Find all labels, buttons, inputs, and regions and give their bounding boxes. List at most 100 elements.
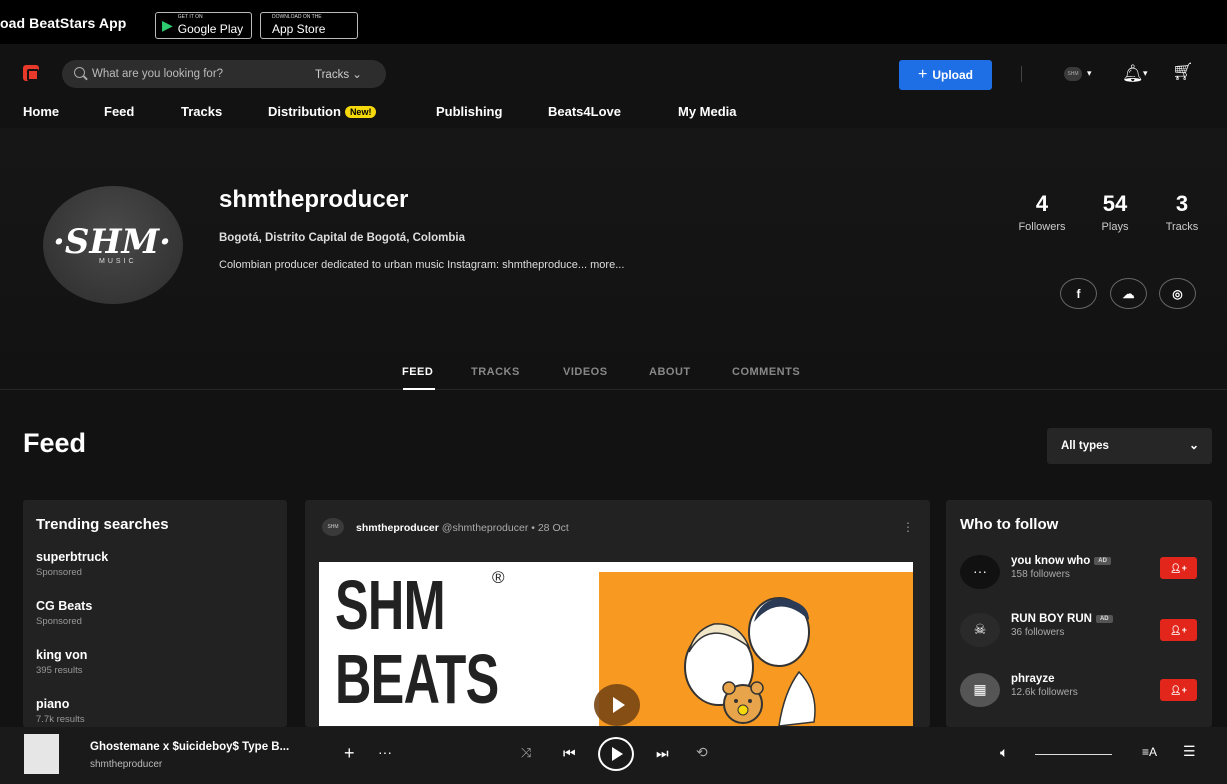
trend-meta: Sponsored [36, 616, 82, 627]
cart-icon[interactable]: 🛒︎ [1172, 62, 1194, 82]
more-options-icon[interactable]: ··· [378, 744, 392, 760]
google-play-icon: ▶ [162, 17, 173, 33]
nav-home[interactable]: Home [23, 104, 59, 119]
volume-slider[interactable] [1035, 754, 1112, 755]
facebook-icon[interactable]: f [1060, 278, 1097, 309]
track-thumbnail[interactable] [24, 734, 59, 774]
tracks-count: 3 [1175, 191, 1189, 216]
search-scope-dropdown[interactable]: Tracks ⌄ [315, 67, 362, 81]
upload-button[interactable]: + Upload [899, 60, 992, 90]
trend-meta: 395 results [36, 665, 83, 676]
nav-feed[interactable]: Feed [104, 104, 134, 119]
follow-name-text: you know who [1011, 555, 1091, 567]
repeat-icon[interactable]: ⟲ [696, 744, 708, 761]
follow-button[interactable]: 👤︎+ [1160, 557, 1197, 579]
follow-name[interactable]: you know who AD [1011, 555, 1111, 567]
follow-button[interactable]: 👤︎+ [1160, 679, 1197, 701]
google-play-label: Google Play [177, 21, 244, 36]
profile-username: shmtheproducer [219, 186, 409, 213]
list-item[interactable]: king von 395 results [36, 648, 87, 676]
nav-distribution[interactable]: Distribution New! [268, 104, 377, 119]
feed-type-select[interactable]: All types ⌄ [1047, 428, 1212, 464]
nav-distribution-label: Distribution [268, 104, 341, 119]
add-user-icon: 👤︎+ [1170, 562, 1187, 573]
add-user-icon: 👤︎+ [1170, 684, 1187, 695]
follow-name[interactable]: phrayze [1011, 673, 1054, 685]
page-title: Feed [23, 428, 87, 458]
tab-about[interactable]: ABOUT [649, 366, 691, 378]
more-options-icon[interactable]: ⋮ [902, 520, 914, 534]
plus-icon: + [917, 66, 928, 83]
profile-bio[interactable]: Colombian producer dedicated to urban mu… [219, 259, 624, 271]
avatar[interactable]: ··· [960, 555, 1000, 589]
add-user-icon: 👤︎+ [1170, 624, 1187, 635]
nav-tracks[interactable]: Tracks [181, 104, 222, 119]
avatar[interactable]: ▦ [960, 673, 1000, 707]
profile-avatar: ·SHM· MUSIC [43, 186, 183, 304]
follow-name[interactable]: RUN BOY RUN AD [1011, 613, 1113, 625]
tab-videos[interactable]: VIDEOS [563, 366, 608, 378]
previous-icon[interactable]: ⏮︎ [563, 745, 576, 762]
feed-type-value: All types [1061, 440, 1109, 452]
queue-icon[interactable]: ☰ [1183, 743, 1196, 760]
list-item[interactable]: piano 7.7k results [36, 697, 85, 725]
player-track-title[interactable]: Ghostemane x $uicideboy$ Type B... [90, 741, 289, 753]
artwork-illustration [684, 597, 816, 726]
trending-title: Trending searches [36, 516, 169, 533]
upload-label: Upload [932, 68, 973, 82]
avatar[interactable]: ☠ [960, 613, 1000, 647]
list-item[interactable]: superbtruck Sponsored [36, 550, 108, 578]
nav-beats4love[interactable]: Beats4Love [548, 104, 621, 119]
volume-icon[interactable]: 🔈︎ [1000, 744, 1008, 761]
who-to-follow-title: Who to follow [960, 516, 1059, 533]
play-post-button[interactable] [594, 684, 640, 726]
ad-badge: AD [1094, 557, 1111, 565]
chevron-down-icon[interactable]: ▾ [1087, 68, 1092, 79]
player-artist[interactable]: shmtheproducer [90, 759, 162, 770]
follower-count: 158 followers [1011, 569, 1070, 580]
tracks-label: Tracks [1165, 221, 1199, 233]
nav-my-media[interactable]: My Media [678, 104, 737, 119]
avatar-logo-text: ·SHM· [53, 222, 171, 262]
nav-publishing[interactable]: Publishing [436, 104, 502, 119]
artwork-title: SHM BEATS [335, 566, 499, 716]
follow-button[interactable]: 👤︎+ [1160, 619, 1197, 641]
avatar-logo-sub: MUSIC [99, 258, 137, 265]
shuffle-icon[interactable]: ⤨ [521, 745, 531, 761]
lyrics-icon[interactable]: ≡A [1142, 745, 1157, 759]
profile-location: Bogotá, Distrito Capital de Bogotá, Colo… [219, 232, 465, 244]
chevron-down-icon[interactable]: ▾ [1143, 68, 1148, 79]
stat-tracks: 3 Tracks [1160, 191, 1204, 233]
tab-feed[interactable]: FEED [402, 366, 433, 378]
play-button[interactable] [598, 737, 634, 771]
chevron-down-icon: ⌄ [1188, 438, 1199, 452]
add-icon[interactable]: + [344, 743, 355, 764]
follower-count: 12.6k followers [1011, 687, 1078, 698]
next-icon[interactable]: ⏭︎ [656, 745, 669, 762]
trend-name: piano [36, 697, 70, 711]
app-store-badge[interactable]: Download on the App Store [260, 12, 358, 39]
plays-label: Plays [1101, 221, 1129, 233]
soundcloud-icon[interactable]: ☁ [1110, 278, 1147, 309]
artwork-line-1: SHM [335, 566, 446, 644]
beatstars-logo-icon[interactable] [23, 65, 39, 81]
post-author[interactable]: shmtheproducer [356, 522, 439, 534]
trend-name: CG Beats [36, 599, 93, 613]
post-date: 28 Oct [537, 522, 569, 534]
tab-tracks[interactable]: TRACKS [471, 366, 520, 378]
bell-icon[interactable]: 🔔︎ [1122, 64, 1144, 84]
google-play-badge[interactable]: ▶ GET IT ON Google Play [155, 12, 252, 39]
tab-comments[interactable]: COMMENTS [732, 366, 800, 378]
instagram-icon[interactable]: ◎ [1159, 278, 1196, 309]
search-bar[interactable]: Tracks ⌄ [62, 60, 386, 88]
trend-meta: Sponsored [36, 567, 82, 578]
follow-name-text: RUN BOY RUN [1011, 613, 1092, 625]
post-handle: @shmtheproducer [441, 522, 529, 534]
search-input[interactable] [92, 66, 282, 82]
list-item[interactable]: CG Beats Sponsored [36, 599, 92, 627]
post-author-avatar[interactable]: SHM [322, 518, 344, 536]
avatar[interactable]: SHM [1064, 67, 1082, 81]
plays-count: 54 [1102, 191, 1128, 216]
banner-title: oad BeatStars App [0, 15, 127, 31]
followers-count: 4 [1035, 191, 1049, 216]
